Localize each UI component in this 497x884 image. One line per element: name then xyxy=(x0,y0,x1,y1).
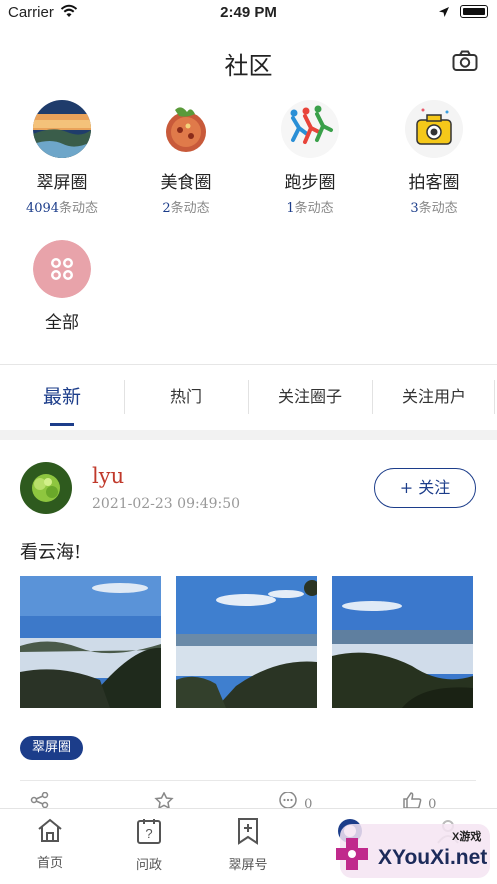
camera-icon[interactable] xyxy=(452,50,478,76)
post-actions-divider xyxy=(20,780,476,781)
food-circle-avatar xyxy=(157,100,215,158)
circle-item-food[interactable]: 美食圈 2条动态 xyxy=(124,100,248,216)
tabbar-home[interactable]: 首页 xyxy=(0,817,100,871)
location-arrow-icon xyxy=(438,5,450,22)
follow-button[interactable]: + 关注 xyxy=(374,468,476,508)
status-bar: Carrier 2:49 PM xyxy=(0,0,497,26)
section-divider xyxy=(0,364,497,365)
circle-name: 美食圈 xyxy=(160,173,212,193)
circle-name: 全部 xyxy=(45,313,79,333)
feed-tabs: 最新 热门 关注圈子 关注用户 xyxy=(0,366,497,428)
post-text: 看云海! xyxy=(20,542,82,563)
circle-count: 2条动态 xyxy=(162,201,210,216)
post-photo[interactable] xyxy=(176,576,317,708)
avatar[interactable] xyxy=(20,462,72,514)
tabbar-cuiping-account[interactable]: 翠屏号 xyxy=(198,817,298,873)
post-photo[interactable] xyxy=(332,576,473,708)
question-calendar-icon: ? xyxy=(135,819,163,849)
cuiping-circle-avatar xyxy=(33,100,91,158)
circle-item-running[interactable]: 跑步圈 1条动态 xyxy=(248,100,372,216)
running-circle-avatar xyxy=(281,100,339,158)
circle-name: 翠屏圈 xyxy=(36,173,88,193)
circle-tag[interactable]: 翠屏圈 xyxy=(20,736,84,760)
svg-text:?: ? xyxy=(145,826,152,841)
circle-item-photo[interactable]: 拍客圈 3条动态 xyxy=(372,100,496,216)
circle-count: 3条动态 xyxy=(410,201,458,216)
nav-bar: 社区 xyxy=(0,40,497,86)
tabbar-label: 翠屏号 xyxy=(228,858,268,873)
circle-count: 4094条动态 xyxy=(25,201,99,216)
watermark-text: XYouXi.net xyxy=(378,846,488,869)
tabbar-label: 问政 xyxy=(135,858,162,873)
tabbar-label: 首页 xyxy=(36,856,63,871)
watermark-small: X游戏 xyxy=(452,831,482,843)
section-gap xyxy=(0,430,497,440)
active-tab-underline xyxy=(50,423,74,426)
battery-icon xyxy=(460,5,488,18)
status-time: 2:49 PM xyxy=(220,4,277,21)
watermark: X游戏 XYouXi.net xyxy=(330,818,497,882)
circle-name: 拍客圈 xyxy=(408,173,460,193)
bookmark-plus-icon xyxy=(235,818,261,849)
circle-name: 跑步圈 xyxy=(284,173,336,193)
post-photo[interactable] xyxy=(20,576,161,708)
page-title: 社区 xyxy=(224,52,273,80)
tabbar-inquiry[interactable]: ? 问政 xyxy=(99,817,199,873)
all-circles-avatar xyxy=(33,240,91,298)
tab-latest[interactable]: 最新 xyxy=(0,366,124,428)
tab-followed-users[interactable]: 关注用户 xyxy=(372,366,496,428)
tab-hot[interactable]: 热门 xyxy=(124,366,248,428)
tab-followed-circles[interactable]: 关注圈子 xyxy=(248,366,372,428)
post-username[interactable]: lyu xyxy=(92,464,124,488)
post-timestamp: 2021-02-23 09:49:50 xyxy=(92,496,241,512)
home-icon xyxy=(36,818,64,847)
circle-item-cuiping[interactable]: 翠屏圈 4094条动态 xyxy=(0,100,124,216)
circle-count: 1条动态 xyxy=(286,201,334,216)
circle-item-all[interactable]: 全部 xyxy=(0,240,124,333)
photo-circle-avatar xyxy=(405,100,463,158)
tab-separator xyxy=(494,380,495,414)
